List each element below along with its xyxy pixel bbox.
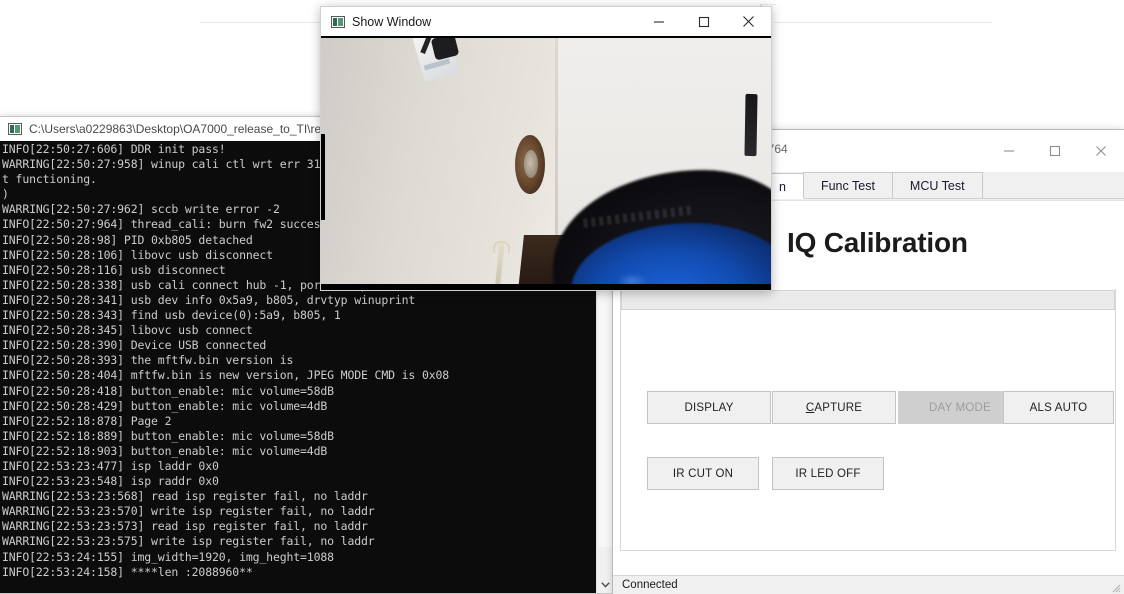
maximize-icon[interactable] [681, 7, 726, 36]
background-window-edge-right [774, 22, 992, 23]
ir-led-off-button[interactable]: IR LED OFF [772, 457, 884, 490]
tab-mcu-test[interactable]: MCU Test [891, 172, 983, 198]
page-title: IQ Calibration [787, 227, 968, 258]
device-antenna [744, 93, 758, 157]
status-bar: Connected [613, 575, 1124, 594]
cmd-prompt-icon [8, 123, 22, 135]
show-window-titlebar[interactable]: Show Window [321, 7, 771, 36]
console-title-text: C:\Users\a0229863\Desktop\OA7000_release… [29, 122, 354, 136]
show-window-controls [636, 7, 771, 36]
app-icon [331, 15, 345, 28]
video-preview[interactable] [321, 36, 771, 290]
video-letterbox-top [321, 36, 771, 38]
close-icon[interactable] [1078, 130, 1124, 172]
ir-cut-on-button[interactable]: IR CUT ON [647, 457, 759, 490]
display-button[interactable]: DISPLAY [647, 391, 771, 424]
minimize-icon[interactable] [636, 7, 681, 36]
background-window-edge-left [200, 22, 328, 23]
app-window-controls [986, 130, 1124, 172]
toolbar-strip[interactable] [621, 290, 1115, 310]
tab-func-test[interactable]: Func Test [802, 172, 893, 198]
show-window[interactable]: Show Window [320, 6, 772, 291]
minimize-icon[interactable] [986, 130, 1032, 172]
screen-root: C:\Users\a0229863\Desktop\OA7000_release… [0, 0, 1124, 594]
als-auto-button[interactable]: ALS AUTO [1003, 391, 1114, 424]
close-icon[interactable] [726, 7, 771, 36]
show-window-title-text: Show Window [352, 14, 432, 29]
status-text: Connected [622, 579, 678, 591]
resize-grip-icon[interactable] [1109, 580, 1121, 593]
wall-corner-seam [555, 38, 558, 238]
video-letterbox-bottom [321, 284, 771, 290]
video-letterbox-left [321, 134, 325, 220]
camera-scene [321, 38, 771, 288]
wall-clock-face [524, 150, 538, 178]
maximize-icon[interactable] [1032, 130, 1078, 172]
capture-button[interactable]: CAPTURE [772, 391, 896, 424]
